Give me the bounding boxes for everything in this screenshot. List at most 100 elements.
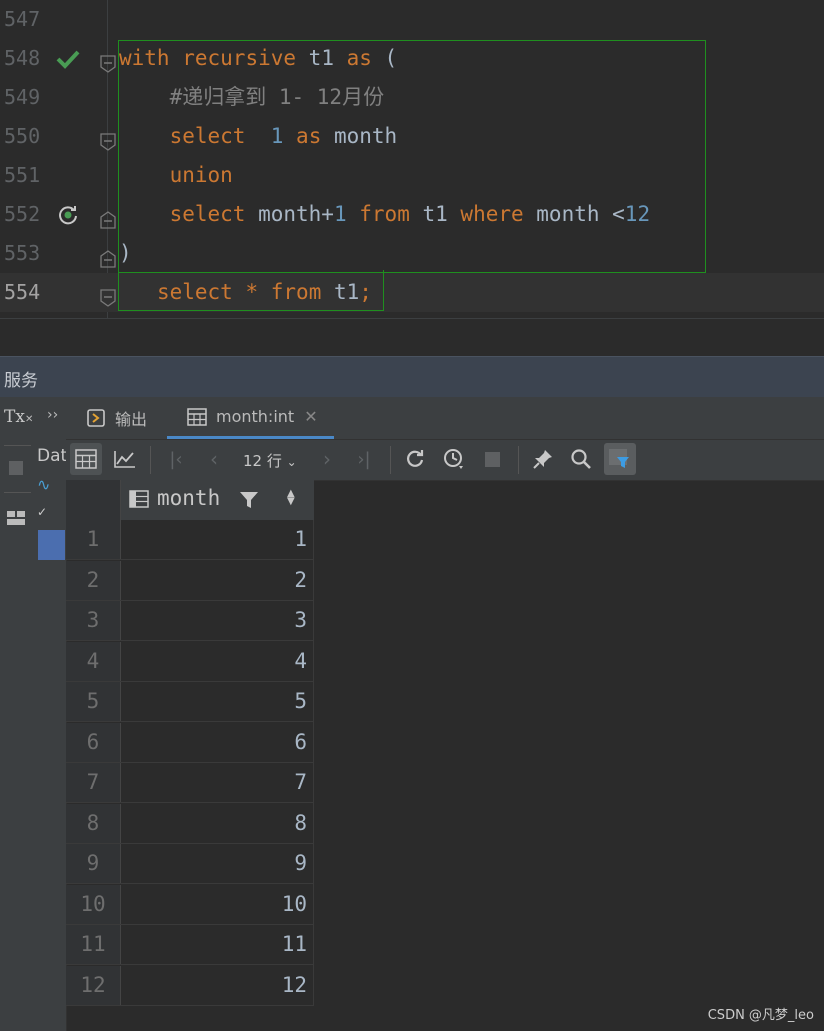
- cell-month[interactable]: 2: [121, 561, 307, 600]
- code-text[interactable]: with recursive t1 as (: [119, 39, 397, 78]
- code-editor[interactable]: 547 548 with recursive t1 as (549 #递归拿到 1-…: [0, 0, 824, 320]
- line-number[interactable]: 553: [4, 234, 48, 273]
- table-row[interactable]: 33: [66, 601, 314, 641]
- table-row[interactable]: 66: [66, 722, 314, 763]
- row-number[interactable]: 1: [66, 520, 121, 559]
- cell-month[interactable]: 9: [121, 844, 307, 883]
- code-line[interactable]: 548 with recursive t1 as (: [0, 39, 824, 78]
- cell-month[interactable]: 11: [121, 925, 307, 964]
- cell-month[interactable]: 10: [121, 885, 307, 924]
- services-tree[interactable]: ›› Dat ∿ ✓: [37, 397, 67, 1031]
- filter-button[interactable]: [604, 443, 636, 475]
- tab-output[interactable]: 输出: [86, 397, 156, 439]
- cell-month[interactable]: 1: [121, 520, 307, 559]
- check-icon[interactable]: [55, 39, 81, 78]
- line-number[interactable]: 548: [4, 39, 48, 78]
- table-row[interactable]: 99: [66, 844, 314, 884]
- row-number[interactable]: 5: [66, 682, 121, 721]
- tree-selected-item[interactable]: [38, 530, 65, 560]
- fold-marker-icon[interactable]: [99, 48, 117, 73]
- fold-marker-icon[interactable]: [99, 243, 117, 268]
- chart-view-button[interactable]: [109, 443, 141, 475]
- sql-text: t1: [409, 202, 461, 226]
- sql-keyword: *: [245, 280, 259, 304]
- tx-mode-button[interactable]: Tx✕: [4, 407, 33, 427]
- cell-month[interactable]: 12: [121, 966, 307, 1005]
- services-header[interactable]: 服务: [0, 356, 824, 397]
- row-number[interactable]: 8: [66, 803, 121, 843]
- reload-button[interactable]: [399, 443, 431, 475]
- table-row[interactable]: 77: [66, 763, 314, 803]
- code-line[interactable]: 551 union: [0, 156, 824, 195]
- tree-item-label[interactable]: Dat: [37, 446, 66, 466]
- line-number[interactable]: 554: [4, 273, 48, 312]
- row-number[interactable]: 6: [66, 722, 121, 762]
- last-page-button[interactable]: ›|: [348, 443, 380, 475]
- layout-icon[interactable]: [7, 511, 25, 525]
- next-page-button[interactable]: ›: [311, 443, 343, 475]
- output-icon: [87, 409, 105, 427]
- code-line[interactable]: 553): [0, 234, 824, 273]
- stop-icon[interactable]: [9, 461, 23, 475]
- table-row[interactable]: 12 12: [66, 965, 314, 1006]
- row-number[interactable]: 4: [66, 641, 121, 681]
- table-row[interactable]: 10 10: [66, 884, 314, 925]
- recursive-call-icon[interactable]: [55, 195, 81, 234]
- filter-funnel-icon[interactable]: [239, 490, 259, 510]
- code-text[interactable]: select month+1 from t1 where month <12: [119, 195, 651, 234]
- cell-month[interactable]: 8: [121, 804, 307, 843]
- cell-month[interactable]: 7: [121, 763, 307, 802]
- history-button[interactable]: [438, 443, 470, 475]
- code-line[interactable]: 547: [0, 0, 824, 39]
- fold-marker-icon[interactable]: [99, 204, 117, 229]
- line-number[interactable]: 547: [4, 0, 48, 39]
- code-line[interactable]: 549 #递归拿到 1- 12月份: [0, 78, 824, 117]
- fold-marker-icon[interactable]: [99, 282, 117, 307]
- tab-month-int[interactable]: month:int ✕: [167, 397, 334, 439]
- code-line[interactable]: 554 select * from t1;: [0, 273, 824, 312]
- code-text[interactable]: ): [119, 234, 132, 273]
- row-number[interactable]: 12: [66, 965, 121, 1005]
- table-row[interactable]: 88: [66, 803, 314, 844]
- sort-icon[interactable]: ▲ ▼: [287, 489, 295, 507]
- table-row[interactable]: 11: [66, 520, 314, 560]
- prev-page-button[interactable]: ‹: [198, 443, 230, 475]
- search-button[interactable]: [565, 443, 597, 475]
- table-row[interactable]: 55: [66, 682, 314, 722]
- code-line[interactable]: 550 select 1 as month: [0, 117, 824, 156]
- cell-month[interactable]: 6: [121, 723, 307, 762]
- table-row[interactable]: 22: [66, 560, 314, 601]
- cell-month[interactable]: 5: [121, 682, 307, 721]
- cell-month[interactable]: 3: [121, 601, 307, 640]
- code-text[interactable]: #递归拿到 1- 12月份: [119, 78, 385, 117]
- line-number[interactable]: 549: [4, 78, 48, 117]
- column-header-month[interactable]: month ▲ ▼: [121, 480, 314, 520]
- stop-query-button[interactable]: [476, 443, 508, 475]
- code-text[interactable]: select * from t1;: [119, 273, 372, 312]
- row-number[interactable]: 2: [66, 560, 121, 600]
- row-number[interactable]: 11: [66, 925, 121, 964]
- code-text[interactable]: select 1 as month: [119, 117, 398, 156]
- expand-chevron-icon[interactable]: ››: [47, 407, 58, 423]
- results-grid[interactable]: month ▲ ▼ 1 1 2 2 3 3 4 4 5 5 6 6 7 7 8 8 9 9 10 10 11 11 12 12: [66, 480, 314, 1006]
- code-line[interactable]: 552 select month+1 from t1 where month <…: [0, 195, 824, 234]
- table-row[interactable]: 44: [66, 641, 314, 682]
- row-number[interactable]: 7: [66, 763, 121, 802]
- row-number[interactable]: 3: [66, 601, 121, 640]
- table-row[interactable]: 11 11: [66, 925, 314, 965]
- first-page-button[interactable]: |‹: [160, 443, 192, 475]
- fold-marker-icon[interactable]: [99, 126, 117, 151]
- row-number[interactable]: 10: [66, 884, 121, 924]
- chevron-down-icon: ⌄: [286, 455, 297, 469]
- rows-selector[interactable]: 12 行 ⌄: [243, 450, 297, 471]
- next-page-icon: ›: [323, 447, 331, 471]
- close-tab-icon[interactable]: ✕: [304, 407, 317, 426]
- code-text[interactable]: union: [119, 156, 233, 195]
- line-number[interactable]: 550: [4, 117, 48, 156]
- pin-button[interactable]: [527, 443, 559, 475]
- row-number[interactable]: 9: [66, 844, 121, 883]
- line-number[interactable]: 551: [4, 156, 48, 195]
- line-number[interactable]: 552: [4, 195, 48, 234]
- table-view-button[interactable]: [70, 443, 102, 475]
- cell-month[interactable]: 4: [121, 642, 307, 681]
